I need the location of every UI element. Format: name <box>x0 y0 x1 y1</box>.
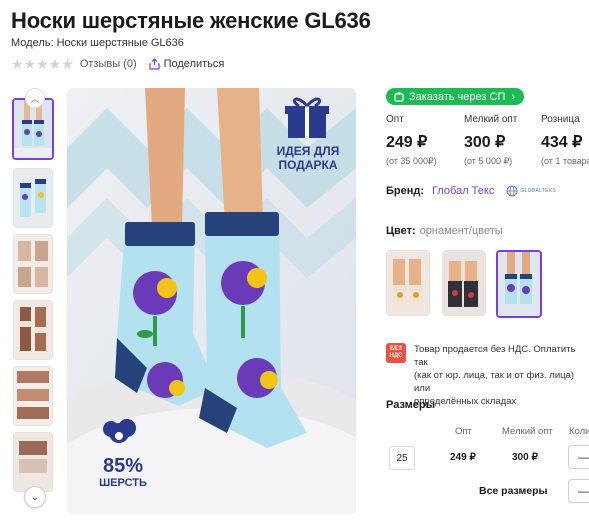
color-value: орнамент/цветы <box>419 225 503 237</box>
gift-text-line2: ПОДАРКА <box>278 158 338 172</box>
product-title: Носки шерстяные женские GL636 <box>11 8 371 33</box>
quantity-input[interactable]: — <box>568 445 589 469</box>
share-icon <box>149 58 160 70</box>
star-icon: ★ <box>23 56 37 72</box>
minus-icon: — <box>578 450 589 464</box>
brand-label: Бренд: <box>386 185 425 197</box>
size-price-small-opt: 300 ₽ <box>512 452 538 463</box>
all-sizes-label: Все размеры <box>479 485 548 497</box>
wool-percent: 85% <box>102 455 144 477</box>
brand-link[interactable]: Глобал Текс <box>432 185 494 197</box>
cart-icon <box>394 91 404 102</box>
vat-text: Товар продается без НДС. Оплатить так (к… <box>414 343 589 408</box>
gift-text-line1: ИДЕЯ ДЛЯ <box>276 144 340 158</box>
vat-line: определённых складах <box>414 396 517 407</box>
color-label: Цвет: <box>386 225 416 237</box>
share-label: Поделиться <box>163 58 225 70</box>
minus-icon: — <box>578 484 589 498</box>
thumbnail[interactable] <box>13 300 53 360</box>
brand-row: Бренд: Глобал Текс GLOBALTEKS <box>386 185 556 197</box>
sizes-column-header: Мелкий опт <box>502 426 553 437</box>
thumbnail[interactable] <box>13 168 53 228</box>
thumbnail[interactable] <box>13 432 53 492</box>
color-option[interactable] <box>386 250 430 316</box>
price-value: 249 ₽ <box>386 134 428 151</box>
brand-logo[interactable]: GLOBALTEKS <box>506 185 556 197</box>
vat-line: (как от юр. лица, так и от физ. лица) ил… <box>414 370 575 394</box>
thumbnail[interactable] <box>13 234 53 294</box>
all-sizes-quantity-input[interactable]: — <box>568 479 589 503</box>
main-product-image[interactable]: ИДЕЯ ДЛЯ ПОДАРКА 85% ШЕРСТЬ <box>67 88 356 514</box>
chevron-down-icon[interactable]: ⌄ <box>24 486 46 508</box>
reviews-link[interactable]: Отзывы (0) <box>80 58 137 70</box>
no-vat-icon-text1: БЕЗ <box>389 346 403 352</box>
star-icon: ★ <box>48 56 62 72</box>
price-note: (от 1 товара) <box>541 156 589 166</box>
wool-label: ШЕРСТЬ <box>99 477 147 489</box>
order-via-sp-button[interactable]: Заказать через СП › <box>386 88 525 105</box>
star-icon: ★ <box>11 56 24 72</box>
wool-badge: 85% ШЕРСТЬ <box>95 456 151 490</box>
sizes-heading: Размеры <box>386 399 436 411</box>
price-label: Опт <box>386 114 404 125</box>
gift-text: ИДЕЯ ДЛЯ ПОДАРКА <box>274 144 342 172</box>
price-note: (от 5 000 ₽) <box>464 156 513 166</box>
color-option[interactable] <box>442 250 486 316</box>
price-note: (от 35 000₽) <box>386 156 437 166</box>
globe-icon <box>506 185 518 197</box>
price-value: 300 ₽ <box>464 134 506 151</box>
order-via-sp-label: Заказать через СП <box>409 90 506 103</box>
rating-row: ★ ★ ★ ★ ★ Отзывы (0) Поделиться <box>11 57 224 71</box>
size-price-opt: 249 ₽ <box>450 452 476 463</box>
no-vat-icon: БЕЗ НДС <box>386 343 406 363</box>
thumbnail[interactable] <box>13 366 53 426</box>
price-label: Мелкий опт <box>464 114 518 125</box>
size-badge: 25 <box>389 446 415 470</box>
chevron-up-icon[interactable]: ︿ <box>25 88 45 108</box>
brand-logo-text: GLOBALTEKS <box>520 188 557 194</box>
price-retail: Розница 434 ₽ (от 1 товара) <box>541 114 589 166</box>
star-icon: ★ <box>36 56 49 72</box>
vat-line: Товар продается без НДС. Оплатить так <box>414 344 576 368</box>
thumbnail-strip: ︿ ⌄ <box>11 88 57 508</box>
sizes-column-header: Опт <box>455 426 472 437</box>
product-model: Модель: Носки шерстяные GL636 <box>11 37 184 49</box>
sizes-column-header: Коли <box>569 426 589 437</box>
color-row: Цвет: орнамент/цветы <box>386 225 503 237</box>
no-vat-icon-text2: НДС <box>389 353 403 359</box>
price-small-opt: Мелкий опт 300 ₽ (от 5 000 ₽) <box>464 114 517 167</box>
chevron-right-icon: › <box>511 90 516 103</box>
price-opt: Опт 249 ₽ (от 35 000₽) <box>386 114 437 167</box>
star-icon: ★ <box>61 56 74 72</box>
price-label: Розница <box>541 114 580 125</box>
price-value: 434 ₽ <box>541 134 583 151</box>
color-option-selected[interactable] <box>496 250 542 318</box>
share-button[interactable]: Поделиться <box>149 58 225 70</box>
